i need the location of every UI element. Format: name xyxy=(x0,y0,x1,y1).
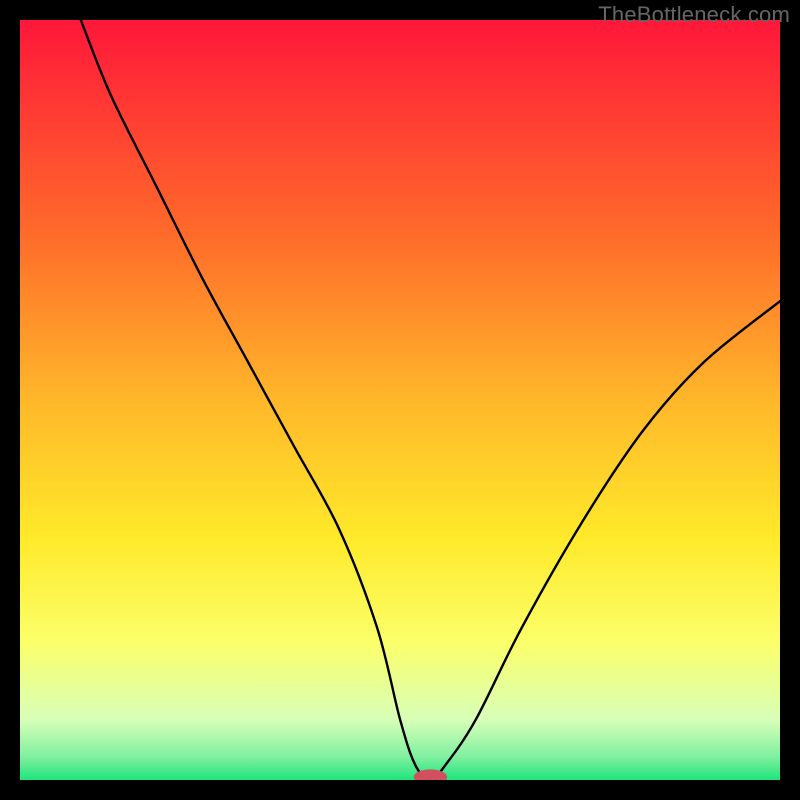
bottleneck-plot xyxy=(20,20,780,780)
watermark-text: TheBottleneck.com xyxy=(598,2,790,28)
plot-background xyxy=(20,20,780,780)
chart-frame: TheBottleneck.com xyxy=(0,0,800,800)
